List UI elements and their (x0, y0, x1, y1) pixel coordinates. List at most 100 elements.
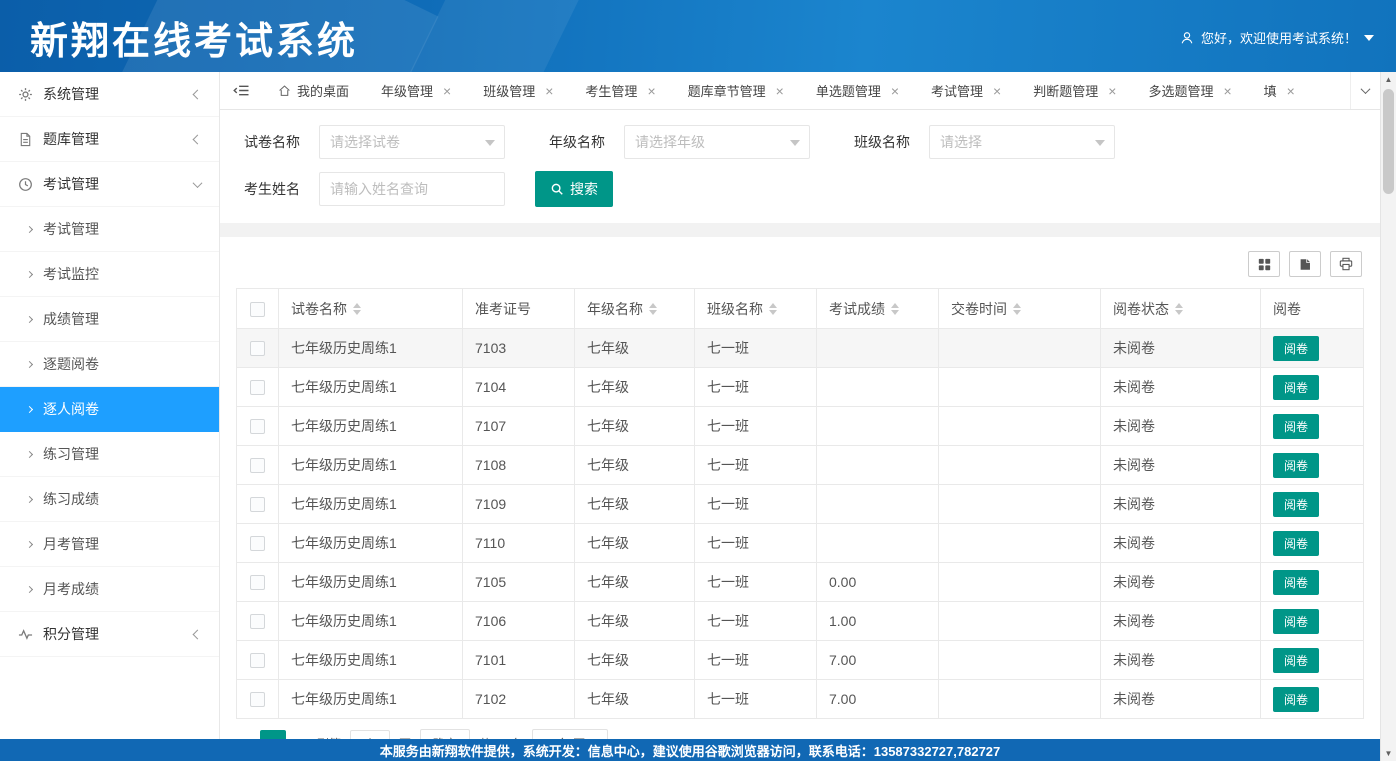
tab-close-icon[interactable]: × (1287, 84, 1295, 98)
sort-icon[interactable] (649, 303, 657, 315)
class-select[interactable]: 请选择 (929, 125, 1115, 159)
sidebar-item-0[interactable]: 系统管理 (0, 72, 219, 117)
cell-clazz: 七一班 (695, 680, 817, 719)
tab-label: 考试管理 (931, 81, 983, 100)
tab-close-icon[interactable]: × (1108, 84, 1116, 98)
vertical-scrollbar[interactable]: ▲ ▼ (1380, 72, 1396, 761)
select-all-checkbox[interactable] (250, 302, 265, 317)
review-button[interactable]: 阅卷 (1273, 375, 1319, 400)
user-menu[interactable]: 您好，欢迎使用考试系统！ (1180, 28, 1374, 47)
filter-row-1: 试卷名称 请选择试卷 年级名称 请选择年级 (244, 125, 1356, 159)
tab-close-icon[interactable]: × (1223, 84, 1231, 98)
tab-1[interactable]: 年级管理× (365, 72, 467, 109)
scrollbar-down-arrow[interactable]: ▼ (1381, 746, 1396, 761)
exam-select[interactable]: 请选择试卷 (319, 125, 505, 159)
sidebar-subitem-2-3[interactable]: 逐题阅卷 (0, 342, 219, 387)
review-button[interactable]: 阅卷 (1273, 687, 1319, 712)
sidebar-item-1[interactable]: 题库管理 (0, 117, 219, 162)
confirm-page-button[interactable]: 确定 (420, 729, 470, 739)
student-name-input[interactable] (319, 172, 505, 206)
tab-6[interactable]: 考试管理 × (915, 72, 1017, 109)
sidebar-subitem-2-5[interactable]: 练习管理 (0, 432, 219, 477)
sort-icon[interactable] (1013, 303, 1021, 315)
scrollbar-track[interactable] (1381, 87, 1396, 746)
tab-close-icon[interactable]: × (647, 84, 655, 98)
review-button[interactable]: 阅卷 (1273, 336, 1319, 361)
row-checkbox[interactable] (250, 341, 265, 356)
review-button[interactable]: 阅卷 (1273, 453, 1319, 478)
sidebar-subitem-2-1[interactable]: 考试监控 (0, 252, 219, 297)
row-checkbox[interactable] (250, 614, 265, 629)
sidebar-subitem-2-6[interactable]: 练习成绩 (0, 477, 219, 522)
tab-0[interactable]: 我的桌面 (262, 72, 365, 109)
cell-status: 未阅卷 (1101, 680, 1261, 719)
sort-icon[interactable] (1175, 303, 1183, 315)
tab-2[interactable]: 班级管理× (467, 72, 569, 109)
sidebar-subitem-2-4[interactable]: 逐人阅卷 (0, 387, 219, 432)
cell-action: 阅卷 (1261, 368, 1364, 407)
tab-9[interactable]: 填× (1248, 72, 1311, 109)
next-page-button[interactable] (295, 732, 308, 739)
sidebar-item-3[interactable]: 积分管理 (0, 612, 219, 657)
tab-close-icon[interactable]: × (443, 84, 451, 98)
tab-7[interactable]: 判断题管理× (1017, 72, 1132, 109)
search-button[interactable]: 搜索 (535, 171, 613, 207)
cell-ticket_no: 7109 (463, 485, 575, 524)
grade-select[interactable]: 请选择年级 (624, 125, 810, 159)
sidebar-subitem-2-0[interactable]: 考试管理 (0, 207, 219, 252)
cell-action: 阅卷 (1261, 407, 1364, 446)
tab-8[interactable]: 多选题管理× (1132, 72, 1247, 109)
sidebar-subitem-2-8[interactable]: 月考成绩 (0, 567, 219, 612)
review-button[interactable]: 阅卷 (1273, 492, 1319, 517)
cell-clazz: 七一班 (695, 368, 817, 407)
chevron-down-icon (485, 140, 495, 146)
export-button[interactable] (1289, 251, 1321, 277)
tab-5[interactable]: 单选题管理× (800, 72, 915, 109)
cell-grade: 七年级 (575, 602, 695, 641)
tab-dropdown-button[interactable] (1350, 72, 1380, 109)
tab-4[interactable]: 题库章节管理× (672, 72, 800, 109)
tab-close-icon[interactable]: × (891, 84, 899, 98)
review-button[interactable]: 阅卷 (1273, 570, 1319, 595)
scrollbar-thumb[interactable] (1383, 89, 1394, 194)
row-checkbox[interactable] (250, 692, 265, 707)
sort-icon[interactable] (891, 303, 899, 315)
tab-close-icon[interactable]: × (545, 84, 553, 98)
page-size-select[interactable]: 15 条/页 (532, 729, 608, 739)
row-checkbox[interactable] (250, 458, 265, 473)
row-checkbox[interactable] (250, 497, 265, 512)
page-number-current[interactable]: 1 (260, 730, 286, 739)
review-button[interactable]: 阅卷 (1273, 414, 1319, 439)
app-window: 新翔在线考试系统 您好，欢迎使用考试系统！ 系统管理题库管理考试管理考试管理考试… (0, 0, 1396, 761)
sidebar-subitem-2-7[interactable]: 月考管理 (0, 522, 219, 567)
row-checkbox[interactable] (250, 419, 265, 434)
scrollbar-up-arrow[interactable]: ▲ (1381, 72, 1396, 87)
review-button[interactable]: 阅卷 (1273, 648, 1319, 673)
row-checkbox[interactable] (250, 575, 265, 590)
sidebar-subitem-2-2[interactable]: 成绩管理 (0, 297, 219, 342)
print-button[interactable] (1330, 251, 1362, 277)
row-checkbox[interactable] (250, 380, 265, 395)
review-button[interactable]: 阅卷 (1273, 609, 1319, 634)
cell-exam_name: 七年级历史周练1 (279, 563, 463, 602)
sidebar-subitem-label: 练习管理 (43, 444, 99, 464)
cell-score: 7.00 (817, 680, 939, 719)
sort-icon[interactable] (353, 303, 361, 315)
tab-close-icon[interactable]: × (776, 84, 784, 98)
sidebar-item-2[interactable]: 考试管理 (0, 162, 219, 207)
prev-page-button[interactable] (238, 732, 251, 739)
row-checkbox[interactable] (250, 536, 265, 551)
goto-page-input[interactable] (350, 730, 390, 739)
page-body: 试卷名称 请选择试卷 年级名称 请选择年级 (220, 110, 1380, 739)
cell-submit_time (939, 641, 1101, 680)
tab-close-icon[interactable]: × (993, 84, 1001, 98)
cell-ticket_no: 7105 (463, 563, 575, 602)
collapse-sidebar-button[interactable] (220, 72, 262, 109)
sort-icon[interactable] (769, 303, 777, 315)
review-button[interactable]: 阅卷 (1273, 531, 1319, 556)
columns-grid-button[interactable] (1248, 251, 1280, 277)
row-checkbox[interactable] (250, 653, 265, 668)
tab-3[interactable]: 考生管理× (569, 72, 671, 109)
chevron-right-icon (26, 225, 33, 232)
user-icon (1180, 31, 1194, 45)
